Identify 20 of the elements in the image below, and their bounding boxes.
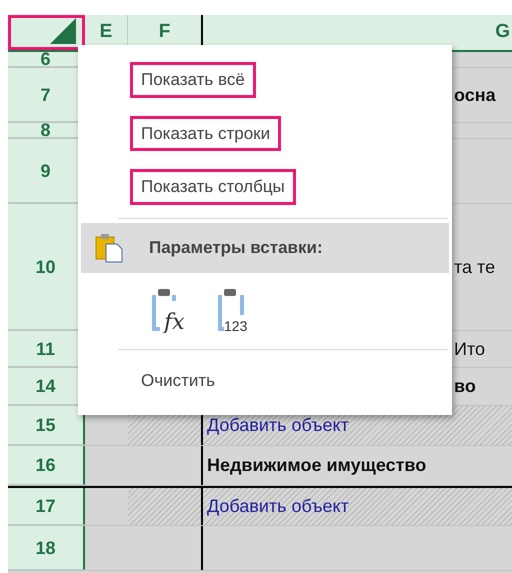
cell-text: Ито [454, 338, 485, 360]
menu-item[interactable]: Показать строки [130, 116, 282, 151]
menu-item[interactable]: Очистить [130, 362, 226, 398]
menu-item[interactable]: Показать всё [130, 62, 256, 98]
cell-text: во [454, 375, 476, 398]
cell-text: та те [454, 256, 496, 278]
cell-text: осна [454, 84, 496, 106]
menu-section-header: Параметры вставки: [81, 222, 449, 272]
menu-item[interactable]: Показать столбцы [130, 169, 296, 204]
clipboard-paste-icon [95, 232, 123, 262]
triangle-icon [50, 18, 76, 44]
select-all-button[interactable] [8, 15, 85, 50]
row-header[interactable]: 18 [8, 526, 85, 570]
paste-values-button[interactable]: 123 [214, 286, 258, 332]
link-text[interactable]: Добавить объект [203, 493, 349, 520]
cell-text: Недвижимое имущество [206, 454, 426, 477]
row-header[interactable]: 16 [8, 446, 85, 485]
row-header[interactable]: 17 [8, 488, 85, 525]
link-text[interactable]: Добавить объект [203, 412, 349, 439]
row-header[interactable]: 15 [8, 406, 85, 445]
